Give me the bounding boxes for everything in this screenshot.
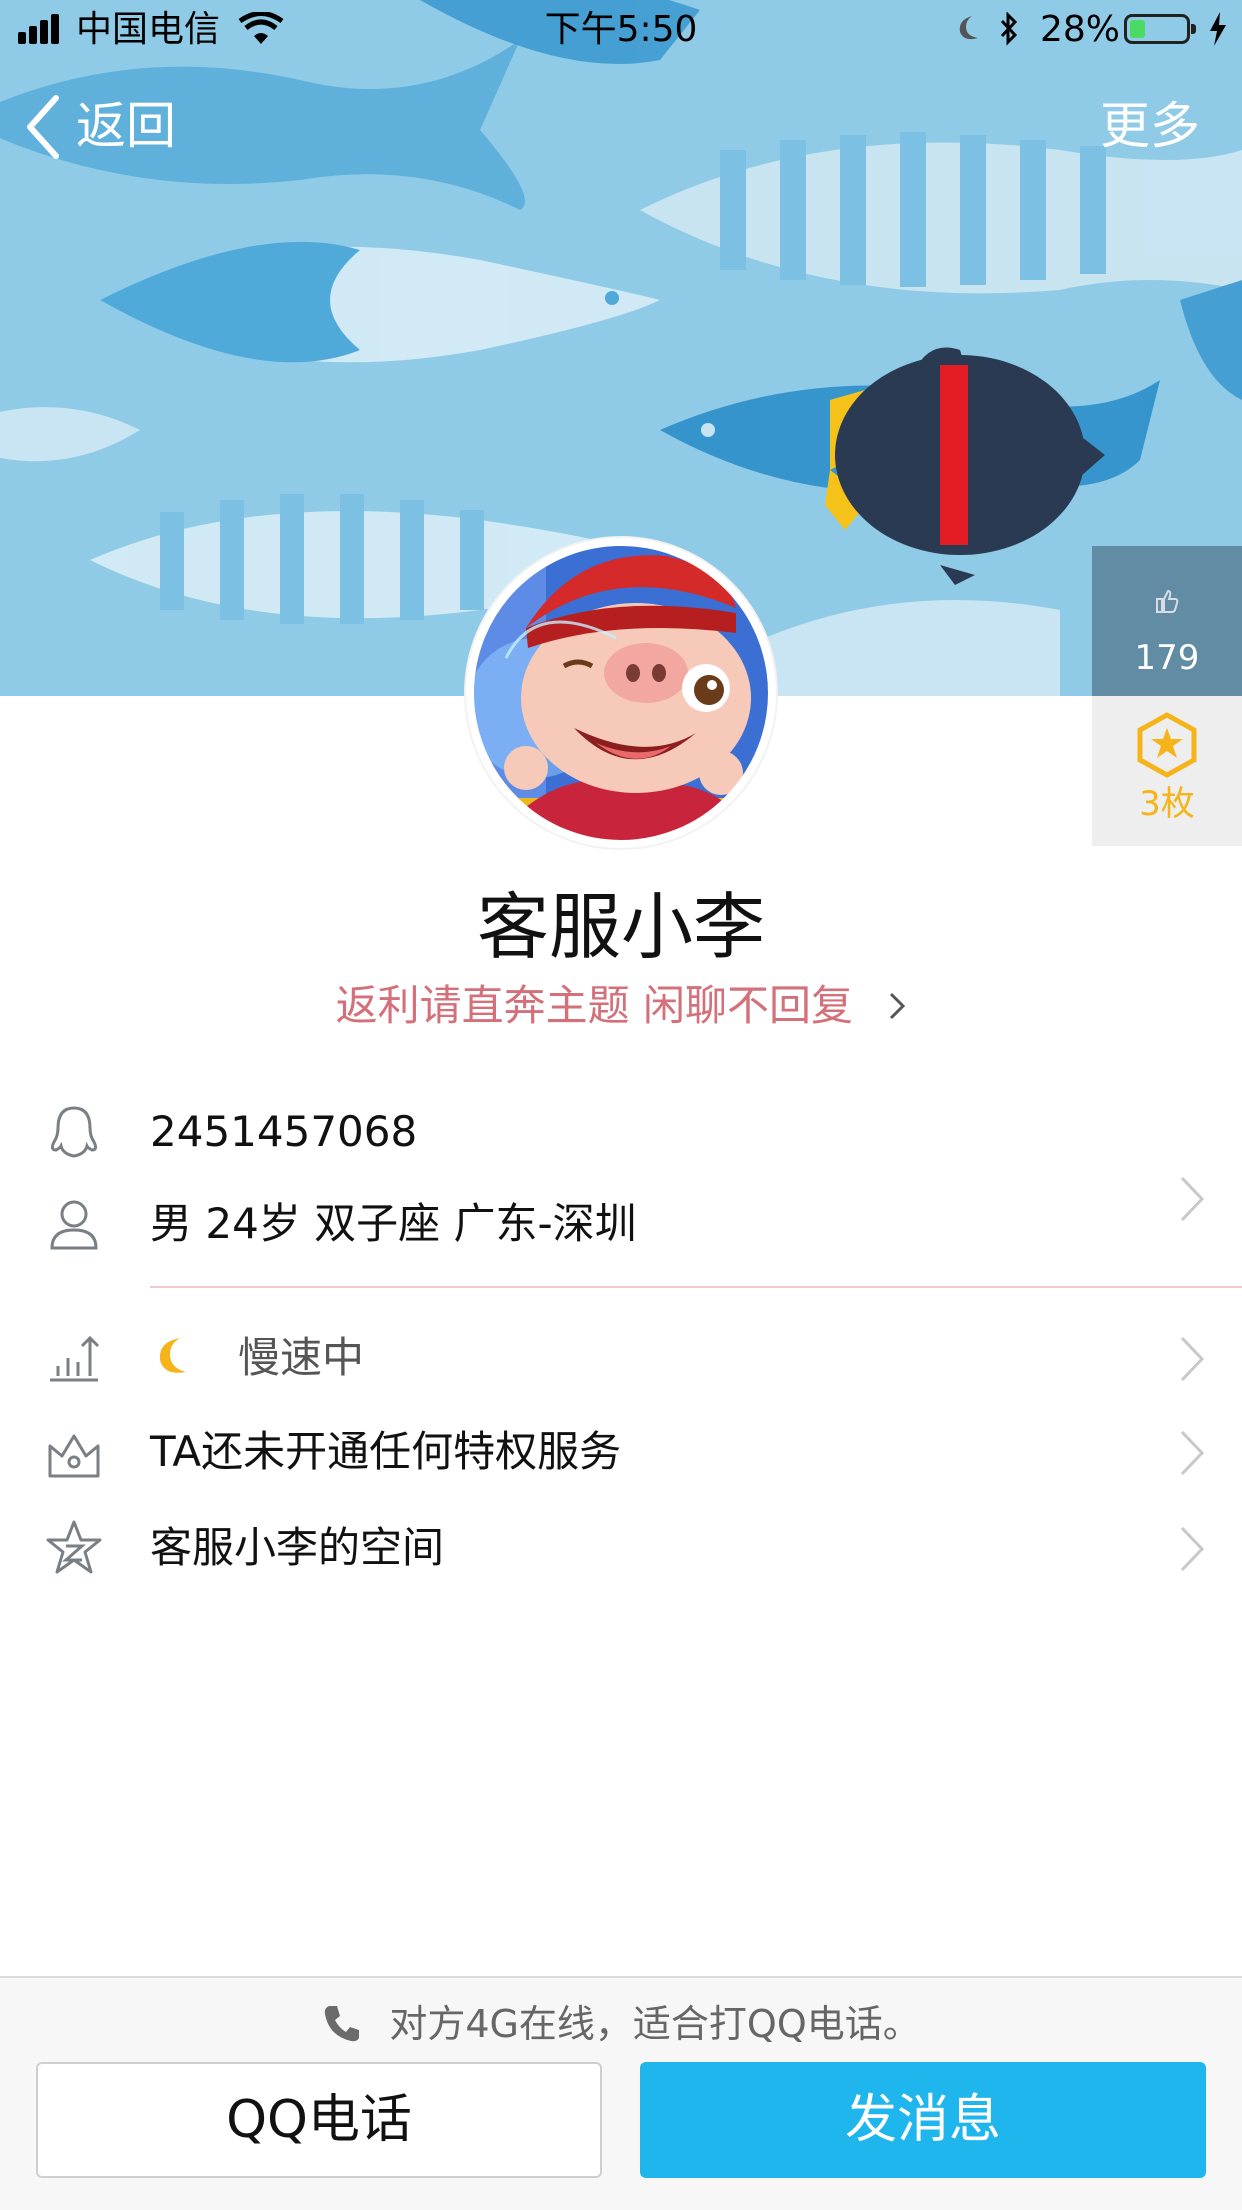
send-message-button[interactable]: 发消息	[640, 2062, 1206, 2178]
avatar-pig-cartoon-image	[468, 540, 774, 846]
likes-count: 179	[1134, 638, 1200, 678]
like-button[interactable]: 179	[1092, 546, 1242, 696]
avatar[interactable]	[466, 538, 776, 848]
phone-icon	[325, 2005, 360, 2041]
qzone-text: 客服小李的空间	[150, 1523, 445, 1572]
person-icon	[50, 1200, 98, 1250]
qzone-star-icon	[46, 1520, 102, 1574]
chevron-left-icon	[27, 95, 59, 159]
back-button[interactable]: 返回	[20, 92, 200, 162]
basic-info-row[interactable]: 2451457068 男 24岁 双子座 广东-深圳	[0, 1080, 1242, 1280]
signature-row[interactable]: 返利请直奔主题 闲聊不回复	[0, 978, 1242, 1034]
privilege-row[interactable]: TA还未开通任何特权服务	[0, 1416, 1242, 1490]
do-not-disturb-moon-icon	[959, 16, 978, 40]
profile-details: 男 24岁 双子座 广东-深圳	[150, 1199, 637, 1248]
crown-icon	[48, 1434, 100, 1478]
more-button[interactable]: 更多	[1100, 96, 1200, 156]
battery-icon	[1124, 14, 1196, 44]
signature-text: 返利请直奔主题 闲聊不回复	[335, 981, 853, 1030]
call-hint-text: 对方4G在线，适合打QQ电话。	[389, 2002, 921, 2046]
section-divider	[150, 1286, 1242, 1288]
qq-penguin-icon	[50, 1106, 98, 1158]
chevron-right-icon	[1180, 1176, 1205, 1222]
bluetooth-icon	[1000, 12, 1018, 46]
medal-button[interactable]: 3枚	[1092, 696, 1242, 846]
qzone-row[interactable]: 客服小李的空间	[0, 1512, 1242, 1586]
call-hint: 对方4G在线，适合打QQ电话。	[0, 2000, 1242, 2048]
medal-star-icon	[1137, 712, 1197, 778]
level-row[interactable]: 慢速中	[0, 1322, 1242, 1396]
chevron-right-icon	[1180, 1430, 1205, 1476]
back-label: 返回	[76, 97, 176, 155]
qq-call-button[interactable]: QQ电话	[36, 2062, 602, 2178]
medals-count: 3枚	[1139, 784, 1195, 824]
chevron-right-icon	[890, 992, 906, 1019]
level-status: 慢速中	[238, 1333, 365, 1382]
battery-percent: 28%	[1040, 9, 1121, 50]
privilege-text: TA还未开通任何特权服务	[150, 1427, 622, 1476]
moon-level-icon	[159, 1338, 186, 1373]
battery-level-fill	[1130, 20, 1145, 38]
chevron-right-icon	[1180, 1336, 1205, 1382]
thumbs-up-icon	[1156, 589, 1179, 613]
qq-number: 2451457068	[150, 1107, 418, 1156]
chevron-right-icon	[1180, 1526, 1205, 1572]
profile-name: 客服小李	[476, 885, 765, 969]
level-chart-icon	[50, 1335, 100, 1382]
status-bar: 中国电信 下午5:50 28%	[0, 0, 1242, 60]
charging-bolt-icon	[1210, 12, 1226, 46]
